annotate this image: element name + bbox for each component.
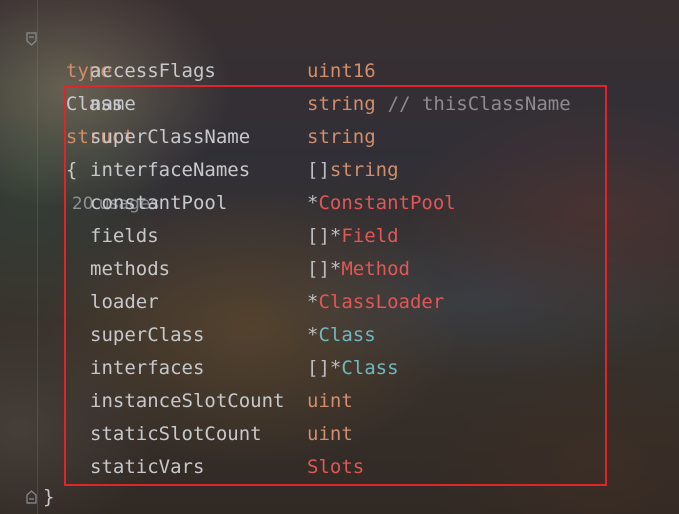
struct-declaration: type Class struct { 20 usages (43, 22, 159, 214)
type-name[interactable]: uint16 (307, 60, 376, 82)
fold-close-icon[interactable] (26, 490, 37, 504)
selection-highlight-box (64, 85, 607, 486)
fold-open-icon[interactable] (26, 32, 37, 46)
field-type: uint16 (307, 55, 376, 88)
gutter-divider (37, 0, 38, 514)
field-name[interactable]: accessFlags (90, 55, 216, 88)
brace-close: } (43, 486, 55, 508)
